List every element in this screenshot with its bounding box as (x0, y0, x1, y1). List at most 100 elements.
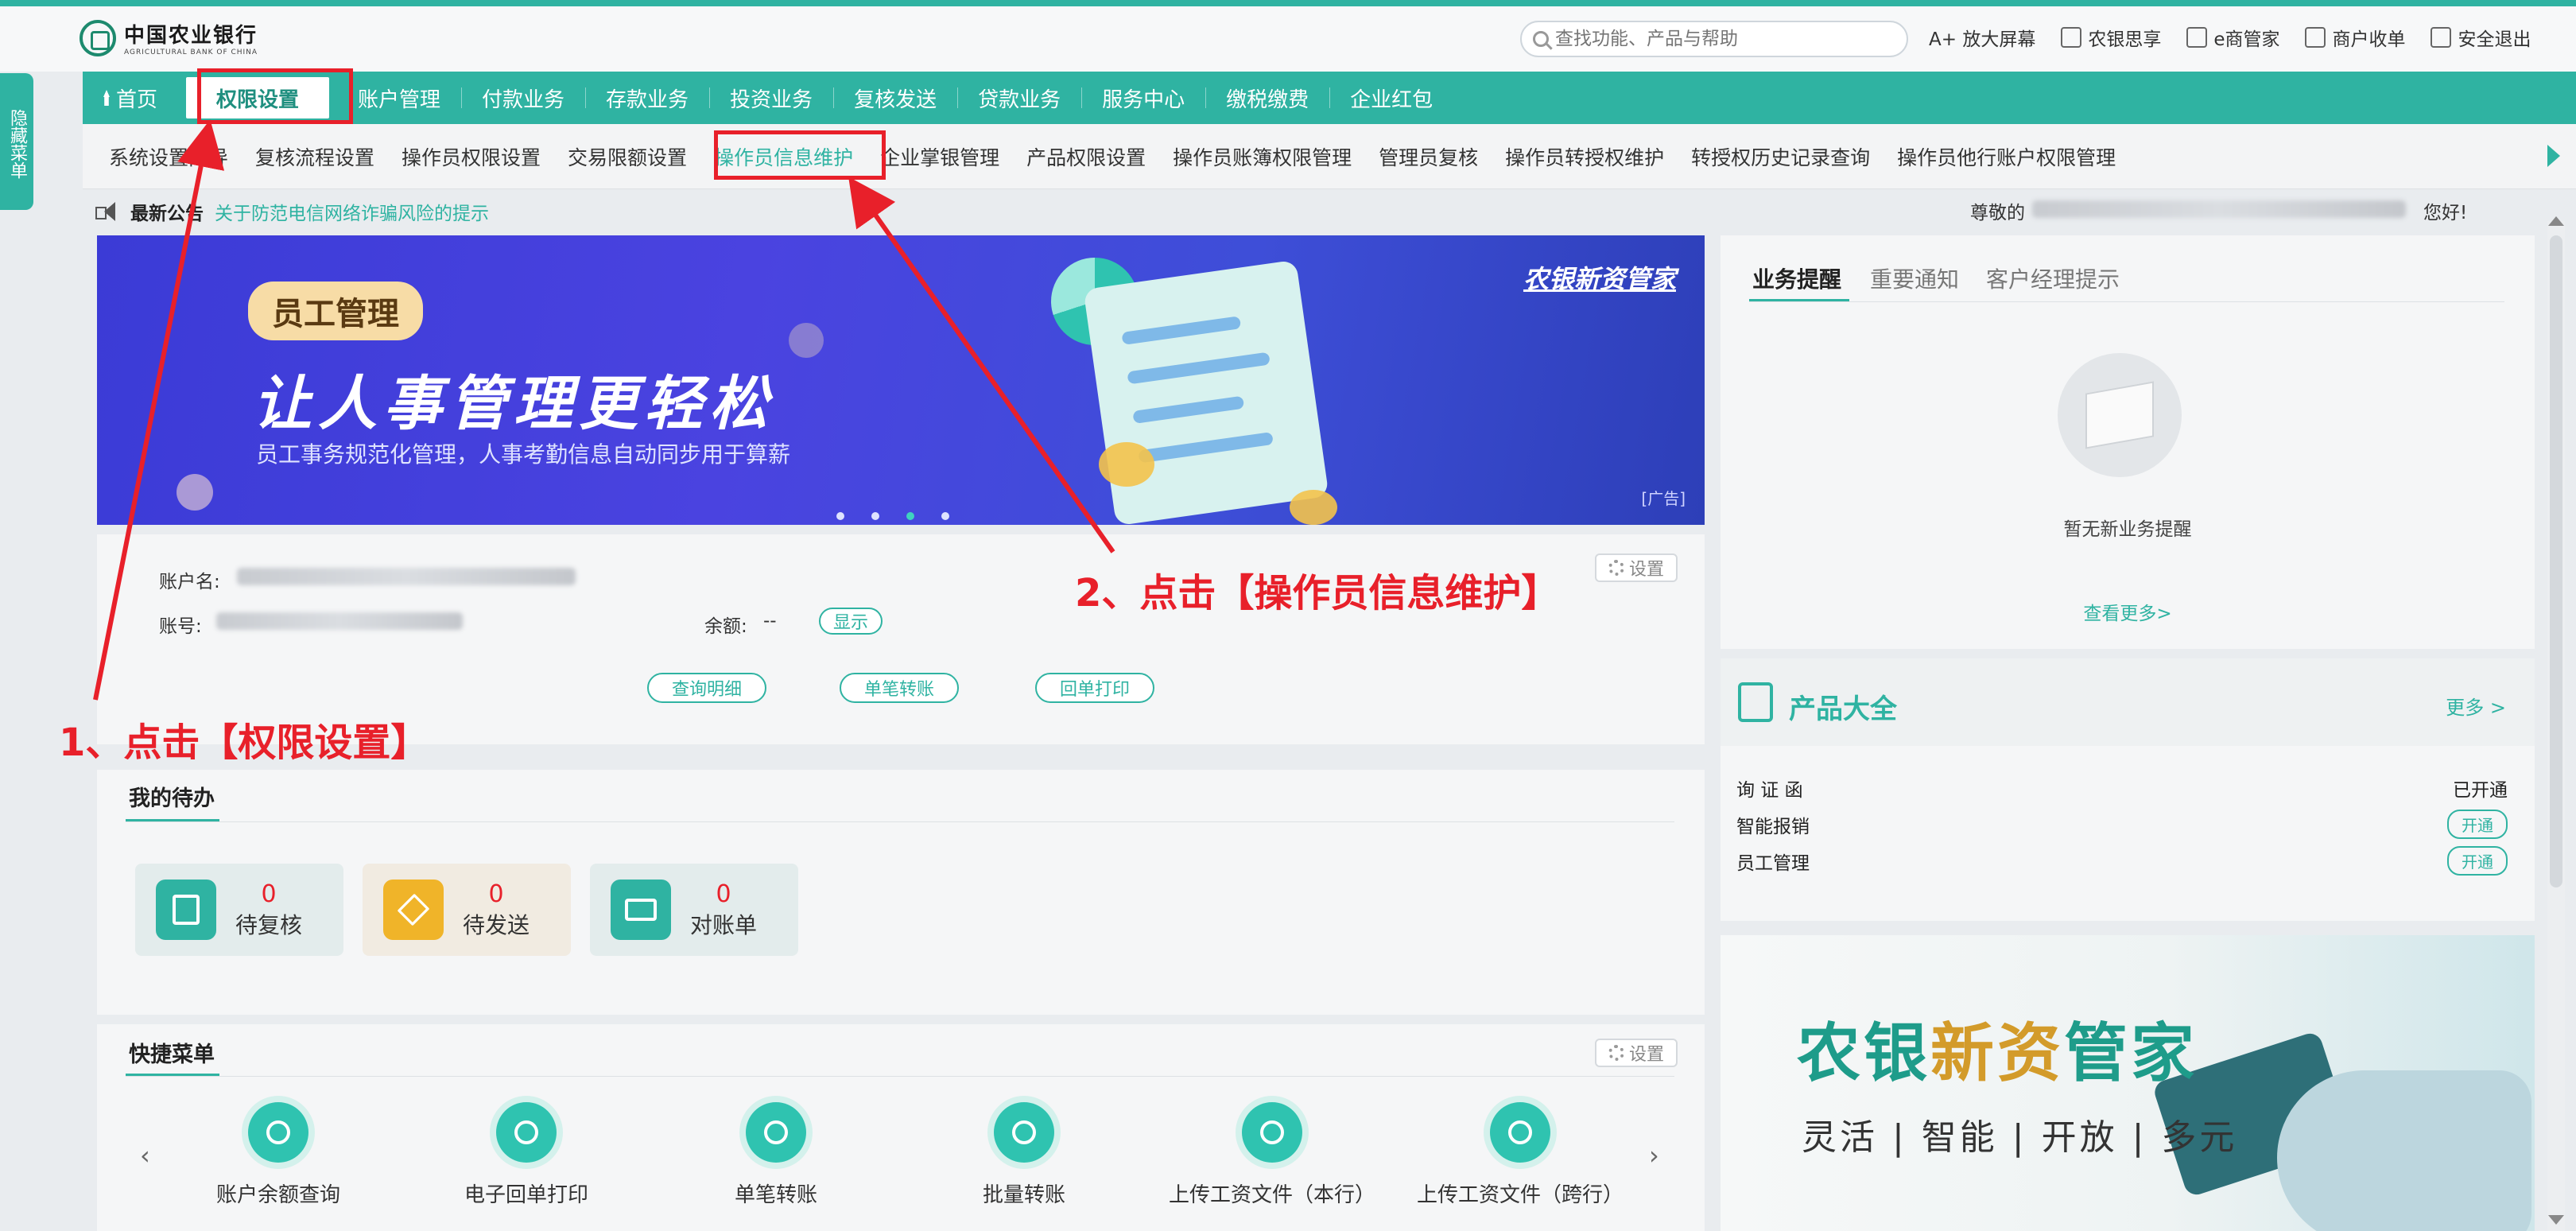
nav-account-management[interactable]: 账户管理 (337, 72, 461, 124)
subnav-next-arrow-icon[interactable] (2547, 145, 2560, 167)
greeting-prefix: 尊敬的 (1970, 203, 2025, 223)
subnav-other-bank-permission[interactable]: 操作员他行账户权限管理 (1884, 124, 2129, 189)
review-icon (156, 880, 216, 940)
product-name[interactable]: 员工管理 (1736, 848, 1810, 875)
greeting-suffix: 您好! (2423, 203, 2468, 223)
quick-item-salary-cross-bank[interactable]: 上传工资文件（跨行） (1409, 1102, 1631, 1208)
subnav-delegation[interactable]: 操作员转授权维护 (1492, 124, 1678, 189)
todo-title: 我的待办 (129, 786, 215, 811)
banner-dot[interactable] (836, 512, 844, 520)
show-balance-button[interactable]: 显示 (819, 608, 883, 635)
search-box[interactable] (1520, 21, 1908, 57)
single-transfer-button[interactable]: 单笔转账 (840, 673, 959, 703)
subnav-mobile-bank[interactable]: 企业掌银管理 (867, 124, 1013, 189)
tab-important-notice[interactable]: 重要通知 (1870, 262, 1959, 294)
open-product-button[interactable]: 开通 (2447, 846, 2508, 876)
products-more-link[interactable]: 更多 > (2446, 692, 2506, 720)
nav-review-send[interactable]: 复核发送 (833, 72, 957, 124)
search-coin-icon (1242, 1102, 1302, 1163)
nav-home[interactable]: 首页 (83, 72, 178, 124)
account-settings-button[interactable]: 设置 (1595, 553, 1678, 582)
subnav-product-permission[interactable]: 产品权限设置 (1013, 124, 1159, 189)
nongyin-share-button[interactable]: 农银思享 (2061, 24, 2161, 51)
subnav-operator-permission[interactable]: 操作员权限设置 (388, 124, 554, 189)
subnav-ledger-permission[interactable]: 操作员账簿权限管理 (1159, 124, 1365, 189)
quick-next-arrow-icon[interactable]: › (1649, 1140, 1659, 1171)
subnav-setup-wizard[interactable]: 系统设置向导 (95, 124, 242, 189)
scroll-up-icon[interactable] (2548, 216, 2564, 226)
e-manager-label: e商管家 (2213, 29, 2280, 50)
todo-card-statement[interactable]: 0 对账单 (590, 864, 798, 956)
highlight-box-operator-info (714, 130, 886, 180)
logout-icon (2431, 27, 2452, 48)
nav-investment[interactable]: 投资业务 (709, 72, 833, 124)
notice-link[interactable]: 关于防范电信网络诈骗风险的提示 (215, 198, 489, 225)
zoom-screen-button[interactable]: A+ 放大屏幕 (1929, 24, 2035, 51)
send-icon (383, 880, 444, 940)
bank-logo[interactable]: 中国农业银行 AGRICULTURAL BANK OF CHINA (80, 19, 258, 56)
hide-menu-tab[interactable]: 隐藏菜单 (0, 73, 33, 210)
e-manager-icon (2186, 27, 2208, 48)
quick-item-batch-transfer[interactable]: 批量转账 (913, 1102, 1135, 1208)
e-manager-button[interactable]: e商管家 (2186, 24, 2279, 51)
product-row: 智能报销 开通 (1736, 810, 2508, 839)
gear-icon (1608, 560, 1624, 576)
subnav-transaction-limit[interactable]: 交易限额设置 (554, 124, 700, 189)
search-icon[interactable] (1533, 31, 1549, 47)
quick-item-single-transfer[interactable]: 单笔转账 (665, 1102, 887, 1208)
quick-item-balance[interactable]: 账户余额查询 (167, 1102, 390, 1208)
search-coin-icon (746, 1102, 806, 1163)
scrollbar-thumb[interactable] (2550, 235, 2562, 887)
quick-item-salary-same-bank[interactable]: 上传工资文件（本行） (1161, 1102, 1383, 1208)
subnav-delegation-history[interactable]: 转授权历史记录查询 (1678, 124, 1884, 189)
quick-item-receipt[interactable]: 电子回单打印 (415, 1102, 638, 1208)
todo-label: 待发送 (463, 911, 530, 938)
todo-section: 我的待办 0 待复核 0 待发送 0 对账单 (97, 770, 1705, 1015)
subnav-review-flow[interactable]: 复核流程设置 (242, 124, 388, 189)
coin-illustration (1099, 442, 1154, 487)
quick-settings-label: 设置 (1628, 1045, 1664, 1065)
tab-business-reminder[interactable]: 业务提醒 (1752, 262, 1841, 294)
todo-count: 0 (261, 880, 277, 908)
business-reminder-panel: 业务提醒 重要通知 客户经理提示 暂无新业务提醒 查看更多> (1721, 235, 2535, 649)
nav-payment[interactable]: 付款业务 (461, 72, 585, 124)
quick-prev-arrow-icon[interactable]: ‹ (140, 1140, 150, 1171)
product-name[interactable]: 智能报销 (1736, 811, 1810, 838)
nav-tax-payment[interactable]: 缴税缴费 (1205, 72, 1329, 124)
nav-service-center[interactable]: 服务中心 (1081, 72, 1205, 124)
view-more-link[interactable]: 查看更多> (1721, 598, 2535, 625)
nav-red-packet[interactable]: 企业红包 (1329, 72, 1453, 124)
banner-dot[interactable] (906, 512, 914, 520)
account-settings-label: 设置 (1628, 560, 1664, 580)
tab-manager-tips[interactable]: 客户经理提示 (1986, 262, 2120, 294)
main-nav: 首页 权限设置 账户管理 付款业务 存款业务 投资业务 复核发送 贷款业务 服务… (83, 72, 2576, 124)
todo-card-review[interactable]: 0 待复核 (135, 864, 343, 956)
subnav-admin-review[interactable]: 管理员复核 (1365, 124, 1492, 189)
product-name[interactable]: 询 证 函 (1736, 775, 1803, 802)
search-coin-icon (1490, 1102, 1550, 1163)
divider (1749, 301, 2504, 302)
merchant-button[interactable]: 商户收单 (2305, 24, 2405, 51)
product-list-icon (1738, 682, 1773, 722)
query-details-button[interactable]: 查询明细 (647, 673, 766, 703)
logout-label: 安全退出 (2458, 29, 2531, 50)
nav-loan[interactable]: 贷款业务 (957, 72, 1081, 124)
nav-deposit[interactable]: 存款业务 (585, 72, 709, 124)
quick-item-label: 上传工资文件（本行） (1168, 1183, 1375, 1207)
receipt-print-button[interactable]: 回单打印 (1035, 673, 1154, 703)
sub-nav: 系统设置向导 复核流程设置 操作员权限设置 交易限额设置 操作员信息维护 企业掌… (83, 124, 2576, 189)
banner-dot[interactable] (871, 512, 879, 520)
side-ad-banner[interactable]: 农银新资管家 灵活 | 智能 | 开放 | 多元 (1721, 935, 2535, 1231)
todo-card-send[interactable]: 0 待发送 (363, 864, 571, 956)
search-coin-icon (496, 1102, 557, 1163)
open-product-button[interactable]: 开通 (2447, 810, 2508, 839)
promo-banner[interactable]: 员工管理 让人事管理更轻松 员工事务规范化管理，人事考勤信息自动同步用于算薪 农… (97, 235, 1705, 525)
scroll-down-icon[interactable] (2548, 1215, 2564, 1225)
logout-button[interactable]: 安全退出 (2431, 24, 2531, 51)
search-input[interactable] (1555, 29, 1889, 49)
banner-dot[interactable] (941, 512, 949, 520)
quick-settings-button[interactable]: 设置 (1595, 1039, 1678, 1067)
hide-menu-label: 隐藏菜单 (7, 109, 27, 179)
annotation-step1: 1、点击【权限设置】 (59, 720, 429, 765)
products-header: 产品大全 更多 > (1721, 658, 2535, 746)
